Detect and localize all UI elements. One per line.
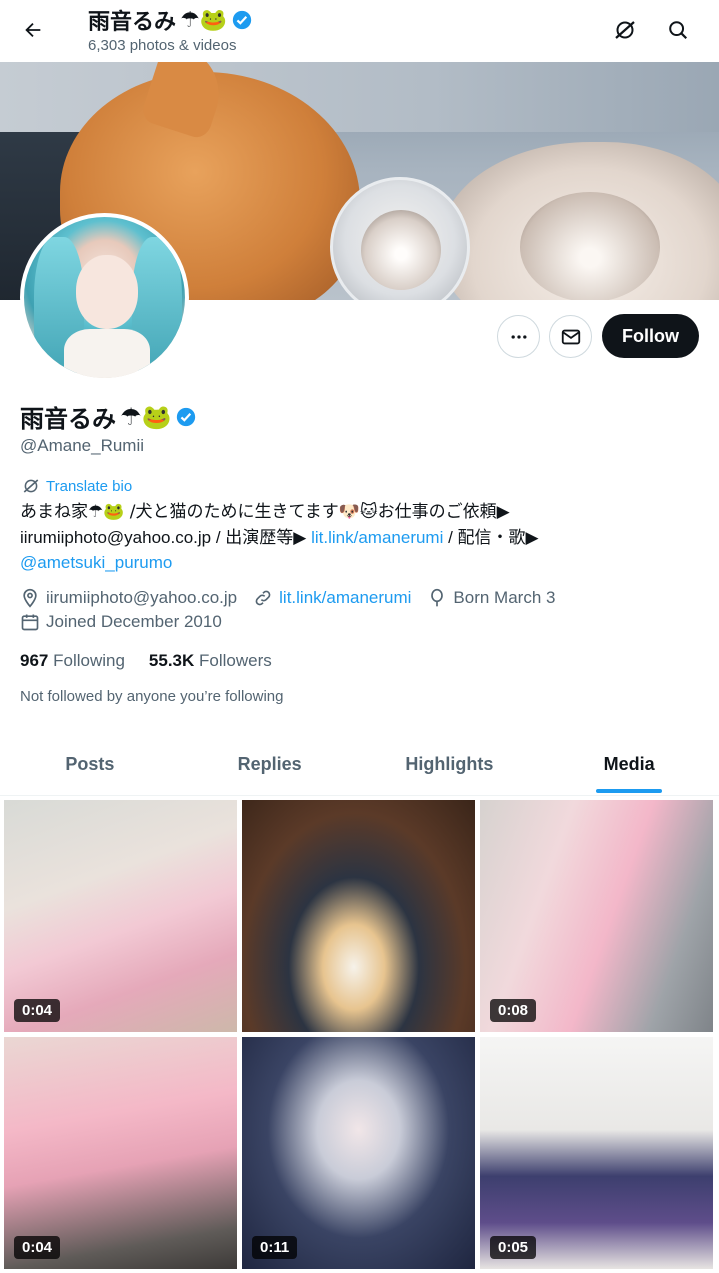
profile-meta-row: iirumiiphoto@yahoo.co.jp lit.link/amaner… (20, 588, 571, 608)
active-tab-indicator (596, 789, 663, 793)
header-name: 雨音るみ (88, 9, 177, 34)
tab-label: Replies (237, 754, 302, 774)
following-label: Following (53, 651, 125, 670)
back-button[interactable] (14, 11, 52, 49)
follow-stats: 967 Following 55.3K Followers (20, 651, 272, 671)
balloon-icon (431, 588, 444, 607)
bio-line-2-suffix: / 配信・歌▶ (443, 528, 539, 547)
tab-label: Posts (65, 754, 115, 774)
profile-location-text: iirumiiphoto@yahoo.co.jp (46, 588, 238, 607)
banner-circle-photo (330, 177, 470, 300)
profile-name-text: 雨音るみ (20, 406, 116, 433)
follow-button[interactable]: Follow (602, 314, 699, 358)
following-link[interactable]: 967 Following (20, 651, 125, 671)
bio-line-2: iirumiiphoto@yahoo.co.jp / 出演歴等▶ lit.lin… (20, 525, 700, 550)
video-duration: 0:04 (14, 999, 61, 1022)
followers-count: 55.3K (148, 651, 195, 670)
profile-bio: あまね家☂🐸 /犬と猫のために生きてます🐶🐱お仕事のご依頼▶ iirumiiph… (20, 500, 700, 575)
media-tile[interactable]: 0:04 (4, 800, 237, 1032)
profile-joined-row: Joined December 2010 (20, 612, 238, 632)
not-followed-notice: Not followed by anyone you’re following (20, 688, 284, 705)
tab-media[interactable]: Media (539, 734, 719, 795)
profile-name-emoji: ☂🐸 (120, 402, 172, 431)
grok-translate-icon (23, 479, 39, 493)
banner-cat-face (520, 192, 660, 300)
envelope-icon (561, 329, 580, 344)
bio-line-2-prefix: iirumiiphoto@yahoo.co.jp / 出演歴等▶ (20, 528, 312, 547)
followers-label: Followers (199, 651, 272, 670)
video-duration: 0:08 (490, 999, 537, 1022)
profile-location: iirumiiphoto@yahoo.co.jp (20, 588, 237, 608)
video-duration: 0:05 (490, 1236, 537, 1259)
grok-icon (615, 21, 635, 39)
video-duration: 0:11 (252, 1236, 298, 1259)
header-subtitle: 6,303 photos & videos (88, 37, 237, 54)
search-button[interactable] (658, 10, 698, 50)
verified-badge-icon[interactable] (175, 406, 197, 428)
calendar-icon (21, 614, 39, 631)
media-grid: 0:04 0:08 0:04 0:11 0:05 (4, 800, 715, 1269)
profile-display-name: 雨音るみ ☂🐸 (20, 399, 197, 434)
tab-replies[interactable]: Replies (180, 734, 360, 795)
media-tile[interactable]: 0:04 (4, 1037, 237, 1269)
profile-joined-text: Joined December 2010 (46, 612, 222, 631)
tab-label: Media (603, 754, 655, 774)
tab-label: Highlights (405, 754, 494, 774)
header-title: 雨音るみ ☂🐸 (88, 4, 253, 36)
top-bar: 雨音るみ ☂🐸 6,303 photos & videos (0, 0, 719, 62)
tab-posts[interactable]: Posts (0, 734, 180, 795)
followers-link[interactable]: 55.3K Followers (149, 651, 272, 671)
bio-line-1: あまね家☂🐸 /犬と猫のために生きてます🐶🐱お仕事のご依頼▶ (20, 502, 510, 522)
media-tile[interactable] (242, 800, 475, 1032)
profile-joined: Joined December 2010 (20, 612, 222, 632)
header-emoji: ☂🐸 (180, 7, 228, 33)
banner-circle-cat (361, 210, 441, 290)
more-horizontal-icon (511, 334, 526, 339)
search-icon (669, 21, 688, 40)
profile-handle: @Amane_Rumii (20, 436, 145, 455)
media-tile[interactable]: 0:05 (480, 1037, 713, 1269)
bio-line-3: @ametsuki_purumo (20, 550, 700, 575)
location-pin-icon (23, 588, 37, 608)
avatar-face (76, 255, 138, 329)
bio-mention-link[interactable]: @ametsuki_purumo (20, 553, 172, 572)
more-options-button[interactable] (497, 315, 540, 358)
avatar-outfit (64, 329, 150, 378)
bio-litlink-link[interactable]: lit.link/amanerumi (311, 528, 443, 547)
profile-avatar[interactable] (20, 213, 189, 382)
profile-birthday-text: Born March 3 (453, 588, 556, 607)
profile-tabs: Posts Replies Highlights Media (0, 734, 719, 796)
media-tile[interactable]: 0:11 (242, 1037, 475, 1269)
video-duration: 0:04 (14, 1236, 61, 1259)
translate-bio-link[interactable]: Translate bio (22, 477, 132, 495)
message-button[interactable] (549, 315, 592, 358)
following-count: 967 (20, 651, 49, 670)
profile-birthday: Born March 3 (427, 588, 555, 608)
media-tile[interactable]: 0:08 (480, 800, 713, 1032)
verified-badge-icon (232, 10, 252, 30)
profile-website-link[interactable]: lit.link/amanerumi (279, 588, 411, 608)
arrow-left-icon (25, 22, 41, 38)
grok-button[interactable] (605, 10, 645, 50)
translate-bio-label: Translate bio (46, 477, 133, 495)
link-icon (255, 590, 271, 606)
tab-highlights[interactable]: Highlights (360, 734, 540, 795)
profile-website[interactable]: lit.link/amanerumi (253, 588, 411, 608)
